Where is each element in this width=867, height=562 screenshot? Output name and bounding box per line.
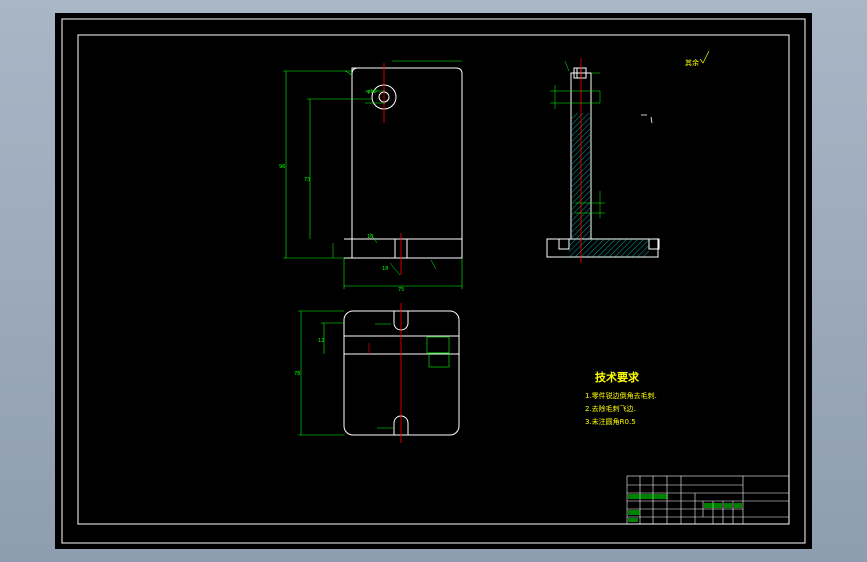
dim-plan-small: 12 (318, 338, 324, 344)
outer-border (61, 18, 806, 544)
cad-viewport[interactable]: 96 73 75 φ10 18 10 78 12 其余 技术要求 1.零件锐边倒… (55, 13, 812, 549)
front-view: 96 73 75 φ10 18 10 (279, 60, 463, 293)
title-block (626, 475, 790, 525)
plan-view: 78 12 (294, 303, 460, 443)
roughness-note: 其余 (685, 50, 710, 67)
inner-border (77, 34, 790, 525)
tech-requirement-item: 3.未注圆角R0.5 (585, 417, 636, 426)
tech-requirement-item: 2.去除毛刺飞边. (585, 404, 636, 413)
dim-height-outer: 96 (279, 164, 285, 170)
dim-small-1: 18 (382, 266, 388, 272)
dim-hole: φ10 (367, 89, 377, 95)
tech-requirement-item: 1.零件锐边倒角去毛刺. (585, 391, 657, 400)
dim-width-bottom: 75 (398, 287, 404, 293)
roughness-label: 其余 (685, 58, 699, 67)
drawing-canvas: 96 73 75 φ10 18 10 78 12 其余 技术要求 1.零件锐边倒… (61, 18, 806, 544)
tech-requirements: 技术要求 1.零件锐边倒角去毛刺. 2.去除毛刺飞边. 3.未注圆角R0.5 (585, 370, 657, 426)
dim-small-2: 10 (367, 234, 373, 240)
title-block-marks (628, 494, 742, 522)
tech-requirements-title: 技术要求 (595, 370, 640, 384)
section-view (546, 58, 660, 263)
dim-height-inner: 73 (304, 177, 310, 183)
dim-plan-height: 78 (294, 371, 300, 377)
